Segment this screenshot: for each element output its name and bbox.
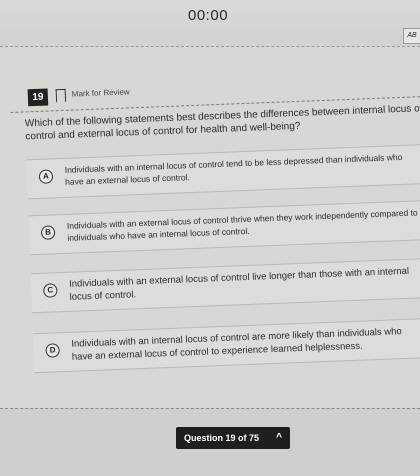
question-navigator-button[interactable]: Question 19 of 75 ^ (176, 427, 290, 449)
option-text-b: Individuals with an external locus of co… (66, 207, 418, 243)
option-letter-b: B (40, 225, 56, 240)
question-navigator-label: Question 19 of 75 (184, 433, 260, 443)
bookmark-icon[interactable] (55, 88, 67, 103)
question-header: 19 Mark for Review (27, 87, 130, 107)
answer-option-a[interactable]: A Individuals with an internal locus of … (26, 144, 420, 200)
question-number: 19 (27, 88, 49, 107)
answer-option-b[interactable]: B Individuals with an external locus of … (28, 200, 420, 256)
bottom-bar: Question 19 of 75 ^ (0, 408, 420, 476)
option-letter-a: A (38, 169, 54, 184)
answer-option-c[interactable]: C Individuals with an external locus of … (30, 258, 420, 314)
option-text-d: Individuals with an internal locus of co… (71, 326, 402, 363)
option-text-c: Individuals with an external locus of co… (68, 265, 410, 303)
chevron-up-icon: ^ (276, 432, 282, 443)
answer-option-d[interactable]: D Individuals with an internal locus of … (32, 318, 420, 374)
option-letter-c: C (43, 283, 58, 298)
question-panel: 19 Mark for Review Which of the followin… (8, 31, 420, 407)
option-letter-d: D (45, 343, 60, 358)
timer: 00:00 (188, 7, 229, 24)
mark-for-review-button[interactable]: Mark for Review (72, 87, 130, 98)
option-text-a: Individuals with an internal locus of co… (64, 151, 403, 187)
